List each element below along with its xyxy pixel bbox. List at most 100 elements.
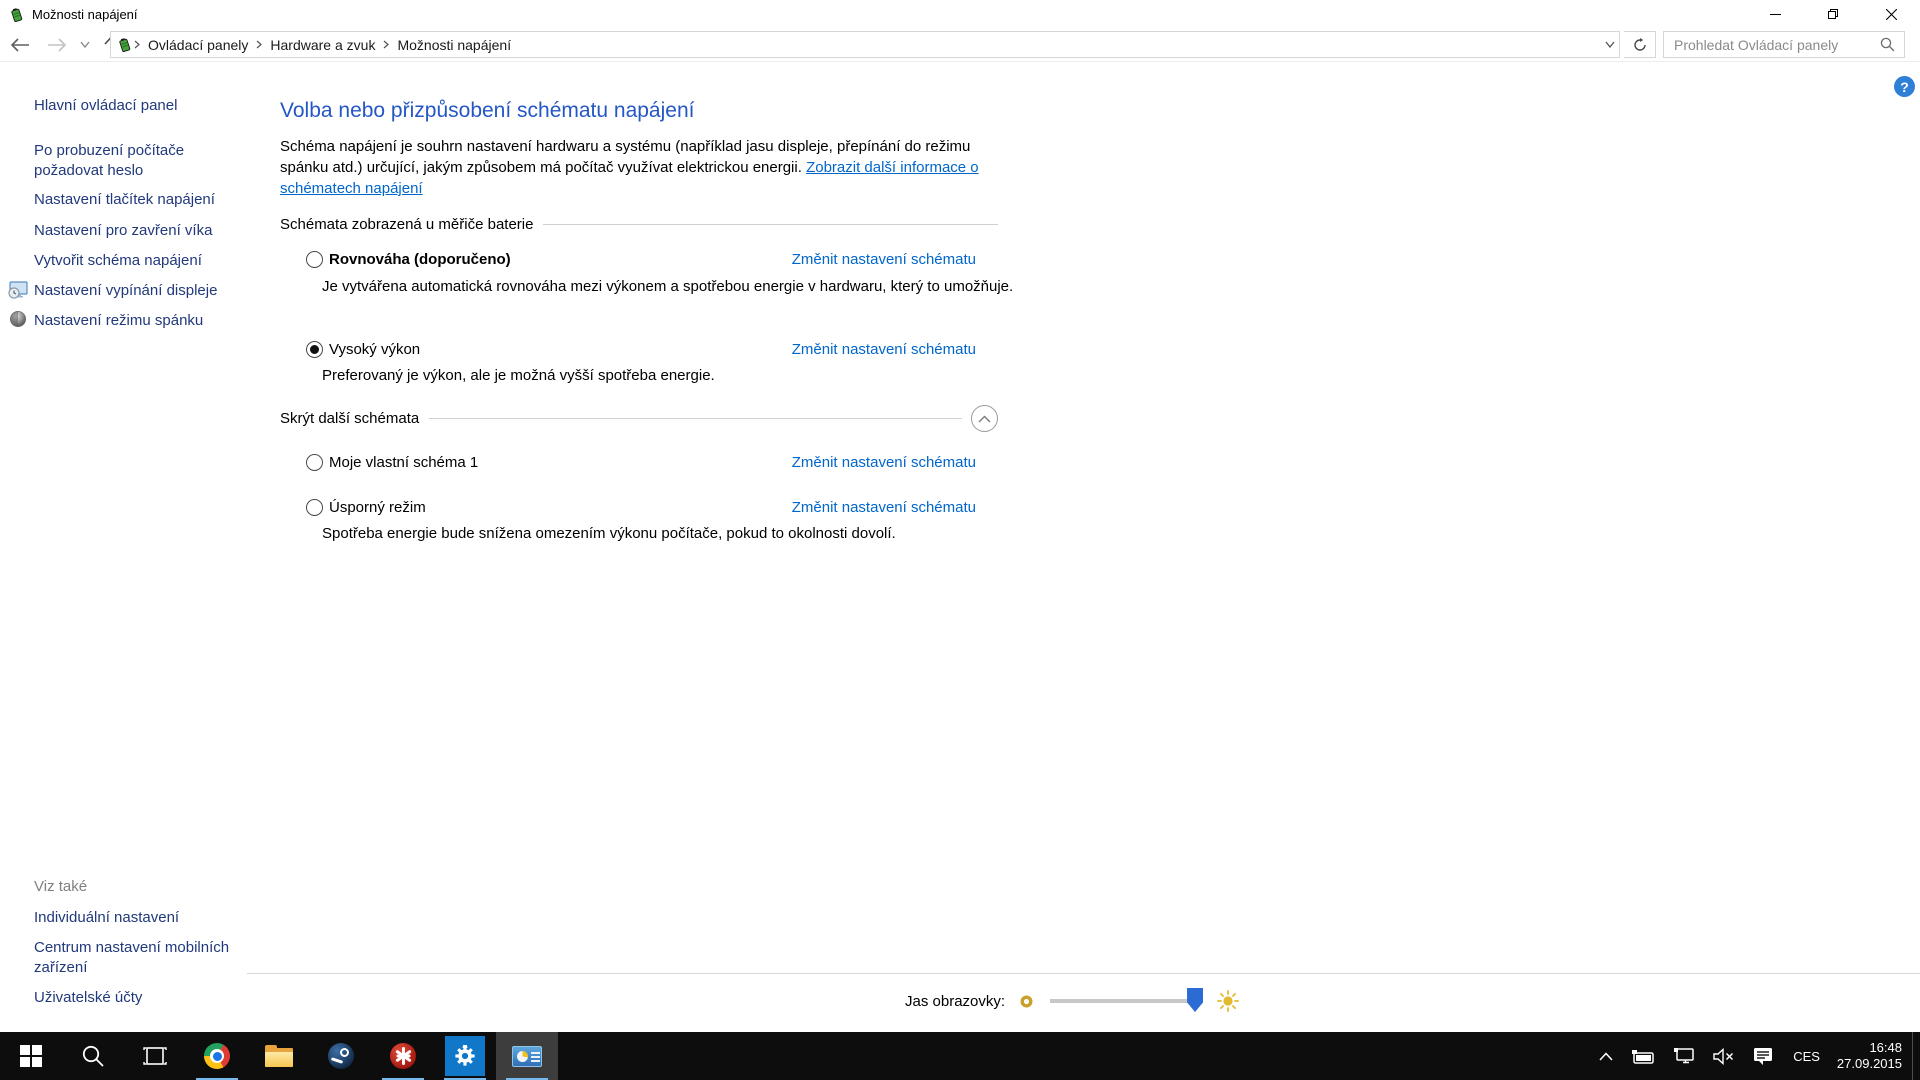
display-clock-icon xyxy=(8,281,28,299)
taskbar-raptr-button[interactable] xyxy=(372,1032,434,1080)
brightness-bright-icon xyxy=(1217,990,1239,1012)
raptr-icon xyxy=(390,1043,416,1069)
tray-chevron-up-icon xyxy=(1599,1052,1613,1061)
help-button[interactable]: ? xyxy=(1894,76,1915,97)
start-button[interactable] xyxy=(0,1032,62,1080)
minimize-button[interactable] xyxy=(1746,0,1804,28)
plan-row-custom: Moje vlastní schéma 1 Změnit nastavení s… xyxy=(306,452,976,472)
radio-high-performance[interactable] xyxy=(306,341,323,358)
power-options-window: Možnosti napájení xyxy=(0,0,1920,1032)
radio-custom-plan[interactable] xyxy=(306,454,323,471)
tray-battery-button[interactable] xyxy=(1622,1032,1664,1080)
help-label: ? xyxy=(1900,79,1909,95)
plan-row-balanced: Rovnováha (doporučeno) Změnit nastavení … xyxy=(306,249,976,269)
change-plan-settings-link[interactable]: Změnit nastavení schématu xyxy=(792,251,976,268)
task-view-button[interactable] xyxy=(124,1032,186,1080)
clock-time: 16:48 xyxy=(1837,1040,1902,1056)
action-center-icon xyxy=(1753,1047,1773,1066)
brightness-slider-track[interactable] xyxy=(1050,999,1203,1003)
brightness-slider[interactable] xyxy=(1050,986,1203,1016)
close-button[interactable] xyxy=(1862,0,1920,28)
search-box xyxy=(1663,31,1905,58)
refresh-icon xyxy=(1633,38,1647,52)
start-icon xyxy=(20,1045,42,1067)
section-hide-additional-plans: Skrýt další schémata xyxy=(280,405,998,432)
page-title: Volba nebo přizpůsobení schématu napájen… xyxy=(280,99,694,123)
brightness-slider-thumb[interactable] xyxy=(1187,988,1203,1012)
show-desktop-button[interactable] xyxy=(1912,1032,1920,1080)
task-view-icon xyxy=(142,1046,168,1066)
action-center-button[interactable] xyxy=(1744,1032,1782,1080)
title-bar: Možnosti napájení xyxy=(0,0,1920,28)
see-also-header: Viz také xyxy=(34,878,87,895)
section-rule xyxy=(543,224,998,225)
breadcrumb-power-options[interactable]: Možnosti napájení xyxy=(391,37,517,53)
sidebar-item-display-off[interactable]: Nastavení vypínání displeje xyxy=(34,281,217,301)
sidebar-item-lid-close[interactable]: Nastavení pro zavření víka xyxy=(34,221,212,241)
section-label: Schémata zobrazená u měřiče baterie xyxy=(280,216,533,233)
plan-name: Vysoký výkon xyxy=(329,341,420,358)
settings-icon xyxy=(445,1036,485,1076)
plan-description: Spotřeba energie bude snížena omezením v… xyxy=(322,523,1022,544)
taskbar-search-button[interactable] xyxy=(62,1032,124,1080)
restore-icon xyxy=(1828,9,1838,19)
search-icon xyxy=(81,1044,105,1068)
radio-power-saver[interactable] xyxy=(306,499,323,516)
plan-row-power-saver: Úsporný režim Změnit nastavení schématu xyxy=(306,497,976,517)
radio-balanced[interactable] xyxy=(306,251,323,268)
change-plan-settings-link[interactable]: Změnit nastavení schématu xyxy=(792,499,976,516)
breadcrumb-hardware-sound[interactable]: Hardware a zvuk xyxy=(264,37,381,53)
sidebar-item-label: Nastavení režimu spánku xyxy=(34,312,203,329)
sidebar: Hlavní ovládací panel Po probuzení počít… xyxy=(34,0,259,1032)
clock[interactable]: 16:48 27.09.2015 xyxy=(1831,1040,1912,1072)
file-explorer-icon xyxy=(265,1045,293,1067)
system-tray: CES 16:48 27.09.2015 xyxy=(1590,1032,1920,1080)
taskbar-steam-button[interactable] xyxy=(310,1032,372,1080)
collapse-plans-button[interactable] xyxy=(971,405,998,432)
breadcrumb-chevron-icon xyxy=(381,40,391,49)
sidebar-item-create-plan[interactable]: Vytvořit schéma napájení xyxy=(34,251,202,271)
chevron-up-icon xyxy=(978,415,991,423)
tray-network-button[interactable] xyxy=(1664,1032,1704,1080)
section-label: Skrýt další schémata xyxy=(280,410,419,427)
sidebar-item-home[interactable]: Hlavní ovládací panel xyxy=(34,96,177,116)
change-plan-settings-link[interactable]: Změnit nastavení schématu xyxy=(792,454,976,471)
sidebar-item-sleep[interactable]: Nastavení režimu spánku xyxy=(34,311,203,331)
intro-paragraph: Schéma napájení je souhrn nastavení hard… xyxy=(280,136,985,199)
sleep-sphere-icon xyxy=(8,310,28,328)
network-tray-icon xyxy=(1673,1047,1695,1065)
sidebar-item-wake-password[interactable]: Po probuzení počítače požadovat heslo xyxy=(34,141,234,181)
tray-overflow-button[interactable] xyxy=(1590,1032,1622,1080)
plan-name: Úsporný režim xyxy=(329,499,426,516)
language-indicator[interactable]: CES xyxy=(1782,1049,1831,1064)
taskbar-control-panel-button[interactable] xyxy=(496,1032,558,1080)
address-bar[interactable]: Ovládací panely Hardware a zvuk Možnosti… xyxy=(110,31,1620,58)
refresh-button[interactable] xyxy=(1624,31,1656,58)
sidebar-item-label: Nastavení vypínání displeje xyxy=(34,282,217,299)
taskbar-chrome-button[interactable] xyxy=(186,1032,248,1080)
bottom-divider xyxy=(247,973,1920,974)
search-input[interactable] xyxy=(1664,37,1878,53)
tray-volume-button[interactable] xyxy=(1704,1032,1744,1080)
desktop-screen: Možnosti napájení xyxy=(0,0,1920,1080)
taskbar-file-explorer-button[interactable] xyxy=(248,1032,310,1080)
sidebar-item-personalization[interactable]: Individuální nastavení xyxy=(34,908,179,928)
plan-name: Rovnováha (doporučeno) xyxy=(329,251,511,268)
sidebar-item-power-buttons[interactable]: Nastavení tlačítek napájení xyxy=(34,190,215,210)
brightness-control: Jas obrazovky: xyxy=(905,986,1239,1016)
battery-tray-icon xyxy=(1631,1047,1655,1065)
close-icon xyxy=(1886,9,1897,20)
address-dropdown-icon[interactable] xyxy=(1605,41,1615,48)
brightness-dim-icon xyxy=(1017,992,1036,1011)
taskbar-settings-button[interactable] xyxy=(434,1032,496,1080)
change-plan-settings-link[interactable]: Změnit nastavení schématu xyxy=(792,341,976,358)
sidebar-item-user-accounts[interactable]: Uživatelské účty xyxy=(34,988,142,1008)
navigation-bar: Ovládací panely Hardware a zvuk Možnosti… xyxy=(0,28,1920,62)
plan-row-high-performance: Vysoký výkon Změnit nastavení schématu xyxy=(306,339,976,359)
brightness-label: Jas obrazovky: xyxy=(905,993,1005,1010)
search-icon[interactable] xyxy=(1878,37,1904,52)
plan-name: Moje vlastní schéma 1 xyxy=(329,454,478,471)
chrome-icon xyxy=(204,1043,230,1069)
restore-button[interactable] xyxy=(1804,0,1862,28)
sidebar-item-mobility-center[interactable]: Centrum nastavení mobilních zařízení xyxy=(34,938,234,978)
